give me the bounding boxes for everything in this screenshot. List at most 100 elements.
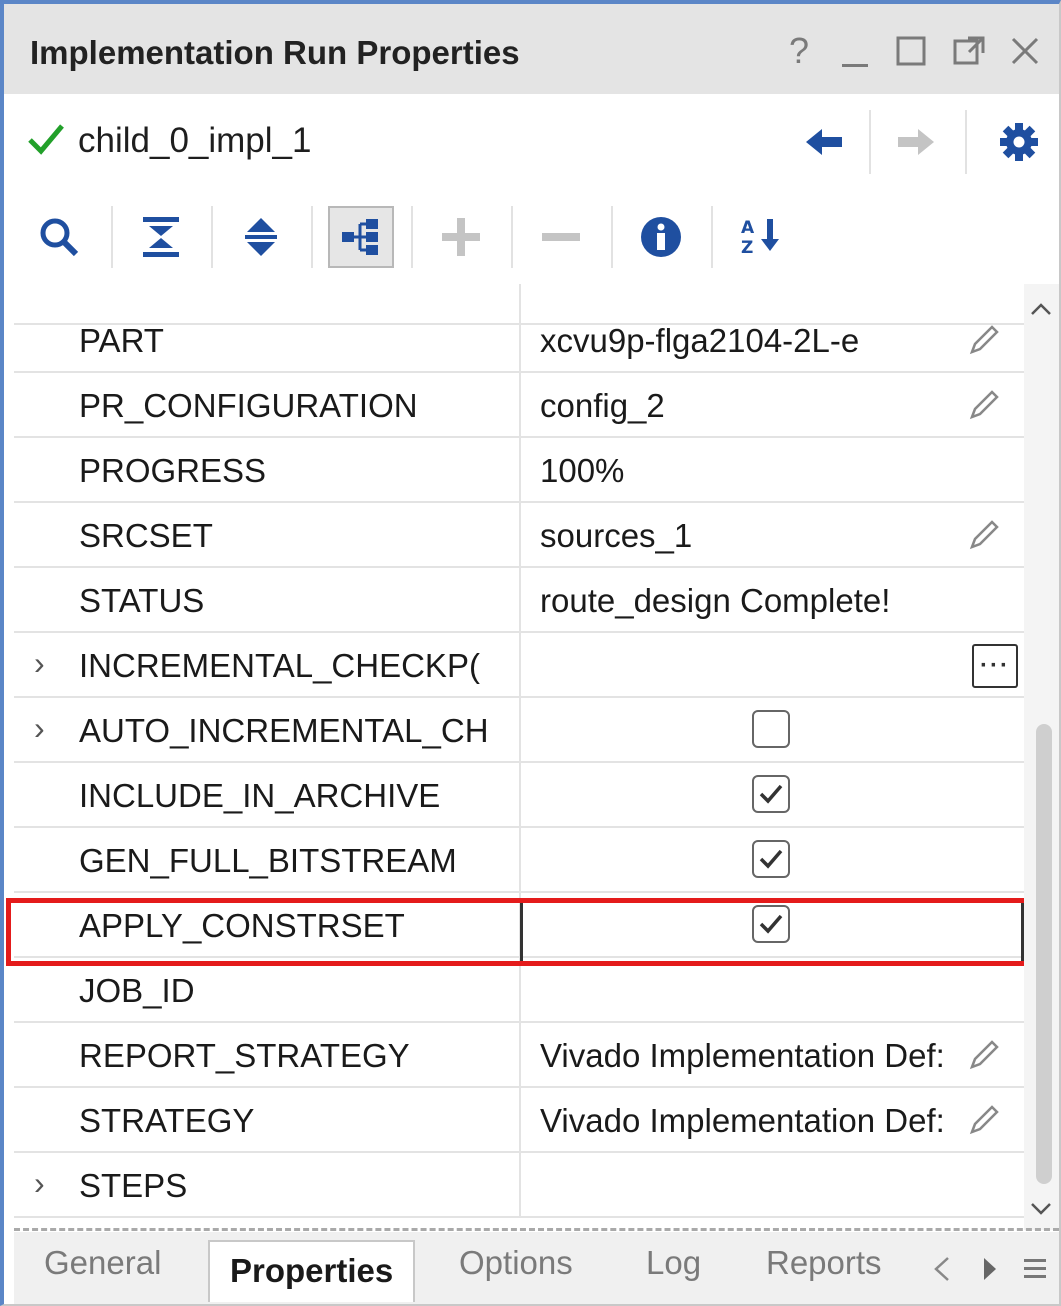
property-value[interactable]: Vivado Implementation Def:: [540, 1037, 958, 1075]
collapse-all-button[interactable]: [128, 206, 194, 268]
table-row[interactable]: STATUS route_design Complete!: [14, 568, 1024, 633]
property-name: INCLUDE_IN_ARCHIVE: [79, 777, 441, 814]
separator: [311, 206, 313, 268]
property-value[interactable]: config_2: [540, 387, 958, 425]
close-icon: [1011, 37, 1039, 65]
scroll-tabs-right-icon[interactable]: [978, 1254, 1002, 1284]
table-row[interactable]: PROGRESS 100%: [14, 438, 1024, 503]
column-divider: [519, 373, 521, 438]
remove-icon: [542, 233, 580, 241]
back-button[interactable]: [794, 114, 854, 170]
separator: [611, 206, 613, 268]
tabs-menu-icon[interactable]: [1022, 1254, 1048, 1284]
gear-icon: [1000, 123, 1038, 161]
table-row[interactable]: PART xcvu9p-flga2104-2L-e: [14, 308, 1024, 373]
sort-button[interactable]: A Z: [728, 206, 794, 268]
table-row[interactable]: › INCREMENTAL_CHECKP( ···: [14, 633, 1024, 698]
table-row[interactable]: APPLY_CONSTRSET: [14, 893, 1024, 958]
column-divider: [519, 828, 521, 893]
tab-general[interactable]: General: [44, 1244, 161, 1282]
arrow-right-icon: [898, 129, 934, 155]
property-name: JOB_ID: [79, 972, 195, 1009]
table-row[interactable]: PR_CONFIGURATION config_2: [14, 373, 1024, 438]
table-row[interactable]: › AUTO_INCREMENTAL_CH: [14, 698, 1024, 763]
edit-icon[interactable]: [966, 1102, 1002, 1143]
table-row[interactable]: STRATEGY Vivado Implementation Def:: [14, 1088, 1024, 1153]
chevron-right-icon[interactable]: ›: [34, 710, 45, 747]
checkbox[interactable]: [752, 840, 790, 878]
checkmark-icon: [759, 784, 783, 804]
checkmark-icon: [759, 914, 783, 934]
tab-log[interactable]: Log: [646, 1244, 701, 1282]
window-title: Implementation Run Properties: [30, 34, 520, 71]
expand-all-button[interactable]: [228, 206, 294, 268]
chevron-right-icon[interactable]: ›: [34, 1165, 45, 1202]
property-value[interactable]: Vivado Implementation Def:: [540, 1102, 958, 1140]
chevron-right-icon[interactable]: ›: [34, 645, 45, 682]
svg-text:Z: Z: [741, 238, 753, 258]
minimize-button[interactable]: [830, 26, 880, 76]
chevron-down-icon[interactable]: [1024, 1194, 1059, 1224]
maximize-button[interactable]: [886, 26, 936, 76]
title-bar: Implementation Run Properties ?: [4, 4, 1059, 94]
property-name: INCREMENTAL_CHECKP(: [79, 647, 480, 684]
collapse-all-icon: [143, 217, 179, 257]
edit-icon[interactable]: [966, 1037, 1002, 1078]
edit-icon[interactable]: [966, 387, 1002, 428]
remove-button[interactable]: [528, 206, 594, 268]
table-row[interactable]: SRCSET sources_1: [14, 503, 1024, 568]
column-divider: [519, 633, 521, 698]
scroll-tabs-left-icon[interactable]: [930, 1254, 954, 1284]
svg-text:A: A: [741, 218, 755, 238]
edit-icon[interactable]: [966, 322, 1002, 363]
add-button[interactable]: [428, 206, 494, 268]
checkmark-icon: [759, 849, 783, 869]
separator: [111, 206, 113, 268]
property-name: SRCSET: [79, 517, 213, 554]
settings-button[interactable]: [989, 114, 1049, 170]
checkbox[interactable]: [752, 905, 790, 943]
run-header: child_0_impl_1: [14, 94, 1059, 191]
table-row[interactable]: JOB_ID: [14, 958, 1024, 1023]
group-by-category-button[interactable]: [328, 206, 394, 268]
column-divider: [519, 568, 521, 633]
table-row[interactable]: › STEPS: [14, 1153, 1024, 1218]
tab-options[interactable]: Options: [459, 1244, 573, 1282]
search-button[interactable]: [26, 206, 92, 268]
table-row[interactable]: GEN_FULL_BITSTREAM: [14, 828, 1024, 893]
separator: [869, 110, 871, 174]
table-row[interactable]: REPORT_STRATEGY Vivado Implementation De…: [14, 1023, 1024, 1088]
maximize-icon: [896, 36, 926, 66]
vertical-scrollbar[interactable]: [1024, 284, 1059, 1230]
property-value[interactable]: sources_1: [540, 517, 958, 555]
scrollbar-thumb[interactable]: [1036, 724, 1052, 1184]
browse-button[interactable]: ···: [972, 644, 1018, 688]
property-name: PROGRESS: [79, 452, 267, 489]
column-divider: [519, 438, 521, 503]
edit-icon[interactable]: [966, 517, 1002, 558]
property-name: STRATEGY: [79, 1102, 255, 1139]
info-button[interactable]: [628, 206, 694, 268]
chevron-up-icon[interactable]: [1024, 294, 1059, 324]
checkbox[interactable]: [752, 710, 790, 748]
property-value: route_design Complete!: [540, 582, 891, 619]
separator: [511, 206, 513, 268]
group-by-category-icon: [342, 219, 378, 255]
table-row[interactable]: INCLUDE_IN_ARCHIVE: [14, 763, 1024, 828]
check-icon: [26, 118, 66, 163]
float-window-icon: [953, 36, 985, 65]
forward-button[interactable]: [886, 114, 946, 170]
help-icon: ?: [788, 30, 810, 71]
tab-properties[interactable]: Properties: [208, 1240, 416, 1302]
help-button[interactable]: ?: [774, 26, 824, 76]
column-divider: [519, 503, 521, 568]
close-button[interactable]: [1000, 26, 1050, 76]
column-divider: [519, 1088, 521, 1153]
column-divider: [519, 1023, 521, 1088]
info-icon: [641, 217, 681, 257]
float-button[interactable]: [944, 26, 994, 76]
property-value[interactable]: xcvu9p-flga2104-2L-e: [540, 322, 958, 360]
checkbox[interactable]: [752, 775, 790, 813]
tab-reports[interactable]: Reports: [766, 1244, 882, 1282]
property-name: PR_CONFIGURATION: [79, 387, 418, 424]
